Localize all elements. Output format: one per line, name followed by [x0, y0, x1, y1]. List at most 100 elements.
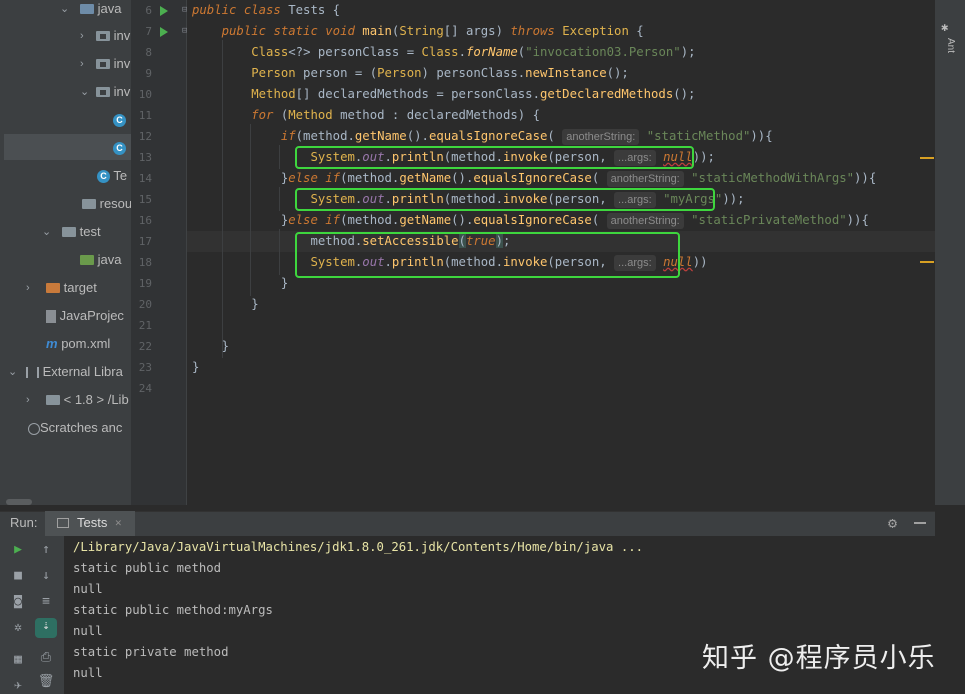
chevron-down-icon[interactable]: ⌄ [8, 361, 17, 383]
line-number: 7 [145, 25, 152, 38]
line-number: 13 [138, 151, 152, 164]
gear-icon[interactable]: ⚙ [888, 514, 897, 532]
tree-scrollbar[interactable] [6, 499, 32, 505]
code-line: Method[] declaredMethods = personClass.g… [251, 87, 696, 101]
package-icon [96, 58, 110, 69]
ant-icon[interactable]: ✱ [941, 20, 948, 34]
param-hint: anotherString: [606, 171, 684, 187]
line-number: 20 [138, 298, 152, 311]
code-line: }else if(method.getName().equalsIgnoreCa… [192, 213, 869, 229]
warning-marker[interactable] [920, 157, 934, 159]
tree-item-class[interactable]: C [113, 137, 126, 159]
folder-icon [62, 226, 76, 237]
watermark: 知乎 @程序员小乐 [702, 643, 936, 674]
line-number: 16 [138, 214, 152, 227]
maven-icon: m [46, 336, 58, 351]
line-number: 22 [138, 340, 152, 353]
library-icon [26, 367, 39, 379]
folder-icon [80, 254, 94, 265]
tree-item-pom[interactable]: m pom.xml [46, 333, 110, 355]
line-number: 23 [138, 361, 152, 374]
line-number: 21 [138, 319, 152, 332]
string-literal: "invocation03.Person" [525, 45, 681, 59]
tree-item-scratches[interactable]: Scratches anc [28, 417, 122, 439]
selected-tree-row [4, 134, 131, 160]
console-icon [57, 518, 69, 528]
folder-icon [80, 3, 94, 14]
highlight-box [295, 188, 715, 211]
chevron-right-icon[interactable]: › [26, 277, 30, 299]
console-line: null [73, 582, 103, 596]
string-literal: "staticPrivateMethod" [691, 213, 847, 227]
code-line: } [192, 360, 200, 374]
up-arrow-icon[interactable]: ↑ [37, 542, 55, 557]
chevron-right-icon[interactable]: › [80, 53, 84, 75]
ant-tool-label[interactable]: Ant [945, 38, 956, 53]
folder-icon [82, 198, 96, 209]
console-line: null [73, 624, 103, 638]
code-line: for (Method method : declaredMethods) { [251, 108, 540, 122]
string-literal: "staticMethodWithArgs" [691, 171, 855, 185]
jdk-icon [46, 394, 60, 405]
print-icon[interactable]: ⎙ [37, 650, 55, 665]
line-number: 19 [138, 277, 152, 290]
line-number: 15 [138, 193, 152, 206]
console-line: static private method [73, 645, 229, 659]
run-label: Run: [10, 515, 38, 530]
line-number: 24 [138, 382, 152, 395]
chevron-down-icon[interactable]: ⌄ [80, 81, 89, 103]
run-tab-tests[interactable]: Tests ✕ [45, 511, 135, 536]
tree-item-iml[interactable]: JavaProjec [46, 305, 124, 327]
run-class-icon[interactable] [160, 6, 168, 16]
pin-icon[interactable]: ✈ [9, 678, 27, 693]
highlight-box [295, 232, 680, 278]
scroll-to-end-icon[interactable]: ⇣ [35, 618, 57, 638]
settings-icon[interactable]: ✲ [9, 620, 27, 635]
class-icon: C [113, 114, 126, 128]
code-line: public static void main(String[] args) t… [221, 24, 644, 38]
rerun-icon[interactable]: ▶ [9, 542, 27, 557]
line-number: 11 [138, 109, 152, 122]
line-number: 18 [138, 256, 152, 269]
tree-item-tests-class[interactable]: C Te [97, 165, 127, 187]
chevron-right-icon[interactable]: › [80, 25, 84, 47]
minimize-icon[interactable] [914, 522, 926, 524]
console-line: static public method:myArgs [73, 603, 273, 617]
code-line: public class Tests { [192, 3, 341, 17]
chevron-down-icon[interactable]: ⌄ [60, 0, 69, 20]
class-icon: C [113, 142, 126, 156]
param-hint: anotherString: [606, 213, 684, 229]
package-icon [96, 30, 110, 41]
code-line: Person person = (Person) personClass.new… [251, 66, 629, 80]
stop-icon[interactable]: ■ [9, 568, 27, 583]
soft-wrap-icon[interactable]: ≡ [37, 594, 55, 609]
layout-icon[interactable]: ▦ [9, 652, 27, 667]
code-line: } [192, 339, 230, 353]
code-line: Class<?> personClass = Class.forName("in… [251, 45, 696, 59]
console-line: static public method [73, 561, 222, 575]
highlight-box [295, 146, 694, 169]
package-icon [96, 86, 110, 97]
folder-icon [46, 282, 60, 293]
run-method-icon[interactable] [160, 27, 168, 37]
run-panel-header [0, 511, 935, 537]
code-line: } [192, 276, 289, 290]
param-hint: anotherString: [562, 129, 640, 145]
line-number: 10 [138, 88, 152, 101]
tree-item-test-java[interactable]: java [80, 249, 121, 271]
code-line: }else if(method.getName().equalsIgnoreCa… [192, 171, 877, 187]
line-number: 6 [145, 4, 152, 17]
line-number: 17 [138, 235, 152, 248]
warning-marker[interactable] [920, 261, 934, 263]
chevron-down-icon[interactable]: ⌄ [42, 221, 51, 243]
camera-icon[interactable]: ◙ [9, 594, 27, 609]
close-icon[interactable]: ✕ [115, 516, 122, 529]
tree-item-resources[interactable]: resou [82, 193, 132, 215]
chevron-right-icon[interactable]: › [26, 389, 30, 411]
right-tool-strip [935, 0, 965, 505]
run-toolbar [0, 536, 64, 694]
code-line: if(method.getName().equalsIgnoreCase( an… [280, 129, 773, 145]
down-arrow-icon[interactable]: ↓ [37, 568, 55, 583]
trash-icon[interactable]: 🗑 [37, 674, 55, 689]
tree-item-class[interactable]: C [113, 109, 126, 131]
